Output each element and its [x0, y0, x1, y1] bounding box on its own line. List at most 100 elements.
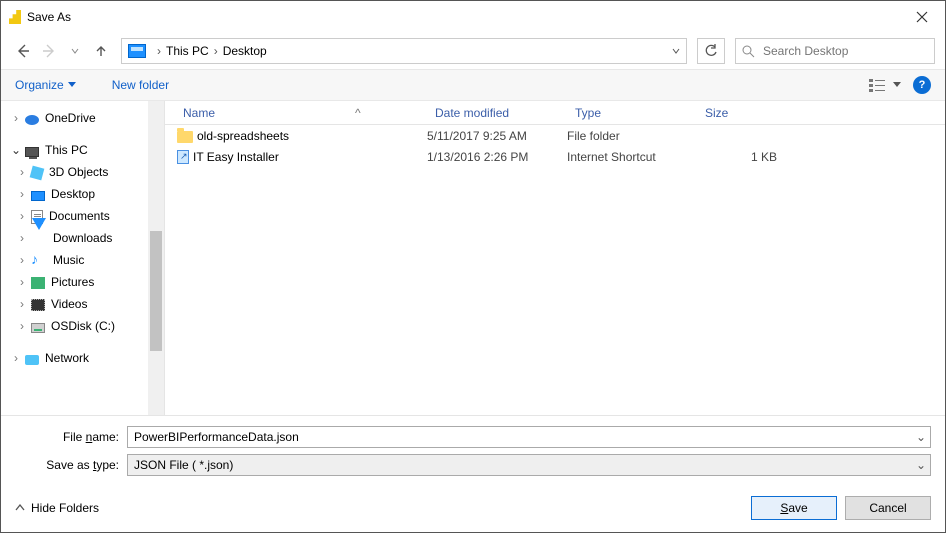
breadcrumb-desktop[interactable]: Desktop: [223, 44, 267, 58]
bottom-panel: File name: PowerBIPerformanceData.json ⌄…: [1, 415, 945, 532]
tree-documents[interactable]: › Documents: [5, 205, 164, 227]
download-icon: [32, 218, 46, 244]
file-rows: old-spreadsheets 5/11/2017 9:25 AMFile fo…: [165, 125, 945, 415]
refresh-icon: [704, 44, 718, 58]
tree-downloads[interactable]: › Downloads: [5, 227, 164, 249]
file-date: 5/11/2017 9:25 AM: [427, 129, 567, 143]
filename-label: File name:: [15, 430, 127, 444]
pc-icon: [128, 44, 146, 58]
up-button[interactable]: [89, 39, 113, 63]
arrow-up-icon: [94, 44, 108, 58]
file-name: IT Easy Installer: [193, 150, 279, 164]
tree-music[interactable]: › ♪ Music: [5, 249, 164, 271]
nav-row: › This PC › Desktop: [1, 33, 945, 69]
window-title: Save As: [27, 10, 71, 24]
save-button[interactable]: Save: [751, 496, 837, 520]
address-dropdown[interactable]: [672, 44, 680, 58]
toolbar: Organize New folder ?: [1, 69, 945, 101]
file-type: Internet Shortcut: [567, 150, 697, 164]
tree-osdisk[interactable]: › OSDisk (C:): [5, 315, 164, 337]
chevron-down-icon: [71, 47, 79, 55]
close-icon: [916, 11, 928, 23]
view-list-icon: [869, 78, 889, 92]
chevron-down-icon: [68, 82, 76, 88]
breadcrumb-this-pc[interactable]: This PC: [166, 44, 209, 58]
cube-icon: [30, 166, 45, 181]
file-list-pane: Name ^ Date modified Type Size old-sprea…: [165, 101, 945, 415]
titlebar: Save As: [1, 1, 945, 33]
folder-icon: [177, 131, 193, 143]
column-headers: Name ^ Date modified Type Size: [165, 101, 945, 125]
saveastype-select[interactable]: JSON File ( *.json) ⌄: [127, 454, 931, 476]
back-button[interactable]: [11, 39, 35, 63]
dialog-body: › OneDrive ⌄ This PC › 3D Objects ›: [1, 101, 945, 415]
breadcrumb-separator: ›: [214, 44, 218, 58]
tree-videos[interactable]: › Videos: [5, 293, 164, 315]
search-box[interactable]: [735, 38, 935, 64]
recent-locations-button[interactable]: [63, 39, 87, 63]
expand-caret[interactable]: ›: [15, 275, 29, 289]
tree-network[interactable]: › Network: [5, 347, 164, 369]
navigation-pane: › OneDrive ⌄ This PC › 3D Objects ›: [1, 101, 165, 415]
app-icon: [9, 10, 21, 24]
column-name[interactable]: Name ^: [175, 106, 427, 120]
saveastype-label: Save as type:: [15, 458, 127, 472]
pc-icon: [25, 147, 39, 157]
expand-caret[interactable]: ›: [15, 165, 29, 179]
expand-caret[interactable]: ›: [15, 187, 29, 201]
chevron-up-icon: [15, 504, 25, 512]
expand-caret[interactable]: ›: [15, 209, 29, 223]
close-button[interactable]: [899, 1, 945, 33]
new-folder-button[interactable]: New folder: [112, 78, 169, 92]
arrow-right-icon: [41, 43, 57, 59]
expand-caret[interactable]: ›: [15, 319, 29, 333]
file-row[interactable]: IT Easy Installer 1/13/2016 2:26 PMIntern…: [165, 146, 945, 167]
column-size[interactable]: Size: [697, 106, 777, 120]
chevron-down-icon[interactable]: ⌄: [916, 458, 926, 472]
hide-folders-button[interactable]: Hide Folders: [15, 501, 99, 515]
file-date: 1/13/2016 2:26 PM: [427, 150, 567, 164]
refresh-button[interactable]: [697, 38, 725, 64]
save-as-dialog: Save As › This PC › Desktop: [0, 0, 946, 533]
chevron-down-icon: [893, 82, 901, 88]
expand-caret[interactable]: ›: [9, 351, 23, 365]
music-icon: ♪: [31, 252, 47, 268]
tree-pictures[interactable]: › Pictures: [5, 271, 164, 293]
expand-caret[interactable]: ›: [15, 231, 29, 245]
file-name: old-spreadsheets: [197, 129, 289, 143]
file-size: 1 KB: [697, 150, 777, 164]
pictures-icon: [31, 277, 45, 289]
search-icon: [742, 45, 755, 58]
tree-this-pc[interactable]: ⌄ This PC: [5, 139, 164, 161]
collapse-caret[interactable]: ⌄: [9, 143, 23, 157]
expand-caret[interactable]: ›: [15, 253, 29, 267]
disk-icon: [31, 323, 45, 333]
organize-menu[interactable]: Organize: [15, 78, 76, 92]
video-icon: [31, 299, 45, 311]
column-type[interactable]: Type: [567, 106, 697, 120]
tree-desktop[interactable]: › Desktop: [5, 183, 164, 205]
file-row[interactable]: old-spreadsheets 5/11/2017 9:25 AMFile fo…: [165, 125, 945, 146]
view-options-button[interactable]: [869, 78, 901, 92]
tree-onedrive[interactable]: › OneDrive: [5, 107, 164, 129]
search-input[interactable]: [761, 43, 928, 59]
network-icon: [25, 355, 39, 365]
arrow-left-icon: [15, 43, 31, 59]
forward-button[interactable]: [37, 39, 61, 63]
chevron-down-icon[interactable]: ⌄: [916, 430, 926, 444]
filename-input[interactable]: PowerBIPerformanceData.json ⌄: [127, 426, 931, 448]
expand-caret[interactable]: ›: [15, 297, 29, 311]
shortcut-icon: [177, 150, 189, 164]
column-date[interactable]: Date modified: [427, 106, 567, 120]
cancel-button[interactable]: Cancel: [845, 496, 931, 520]
expand-caret[interactable]: ›: [9, 111, 23, 125]
file-type: File folder: [567, 129, 697, 143]
help-button[interactable]: ?: [913, 76, 931, 94]
tree-3d-objects[interactable]: › 3D Objects: [5, 161, 164, 183]
breadcrumb-separator: ›: [157, 44, 161, 58]
sort-indicator-icon: ^: [355, 106, 361, 120]
address-bar[interactable]: › This PC › Desktop: [121, 38, 687, 64]
chevron-down-icon: [672, 47, 680, 55]
cloud-icon: [25, 115, 39, 125]
nav-scrollbar[interactable]: [148, 101, 164, 415]
